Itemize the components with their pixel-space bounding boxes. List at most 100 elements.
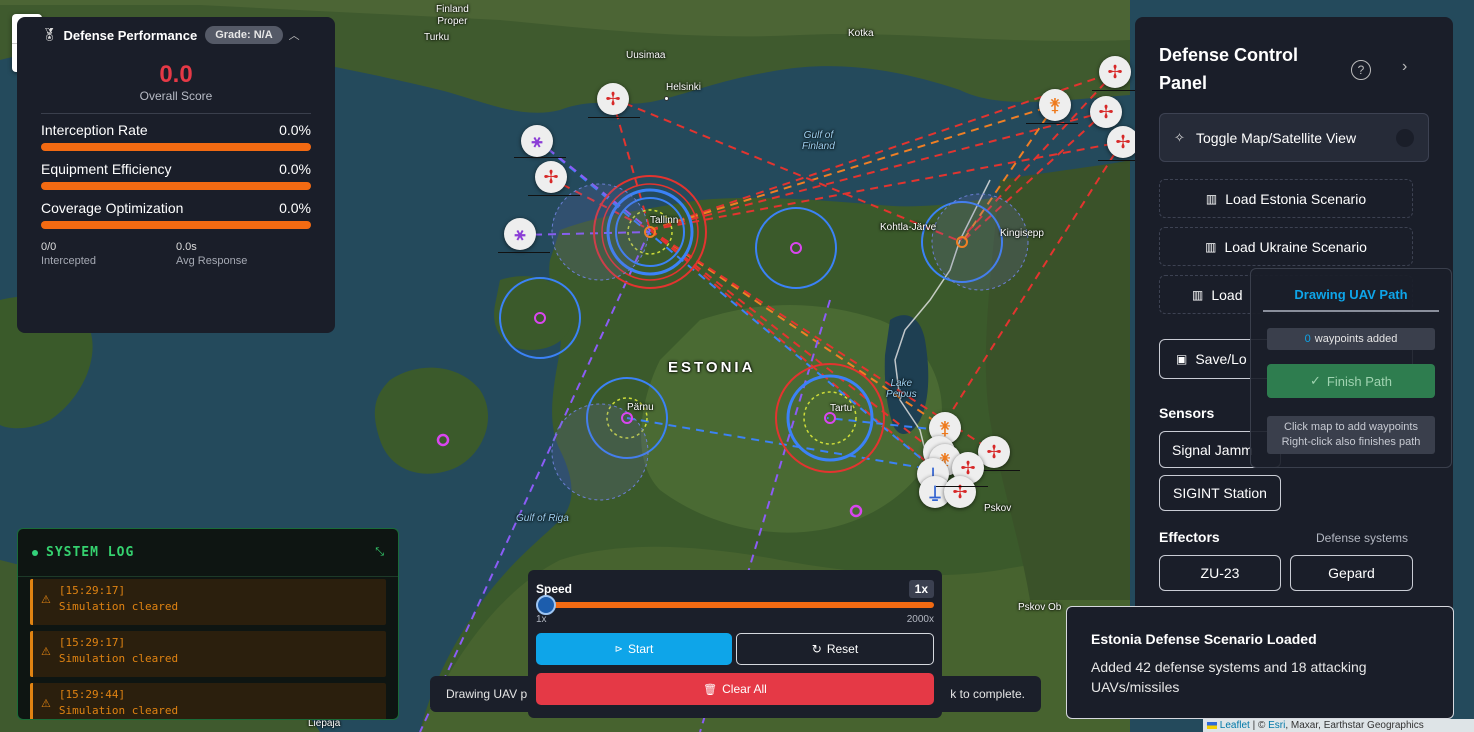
label-lake-peipus: Lake Peipus [886, 378, 917, 400]
chevron-right-icon[interactable]: › [1402, 58, 1407, 76]
map-icon: ▥ [1192, 287, 1204, 302]
gepard-label: Gepard [1328, 565, 1375, 581]
stat-label: Intercepted [41, 255, 97, 267]
waypoints-label: waypoints added [1314, 333, 1398, 345]
log-entry: ⚠ [15:29:17] Simulation cleared [30, 579, 386, 625]
effectors-subtitle: Defense systems [1316, 531, 1409, 545]
performance-title: Defense Performance [63, 27, 198, 43]
label-tartu: Tartu [830, 403, 853, 414]
start-button[interactable]: ⊳ Start [536, 633, 732, 665]
finish-path-button[interactable]: ✓ Finish Path [1267, 364, 1435, 398]
speed-min-label: 1x [536, 614, 547, 625]
start-button-label: Start [628, 642, 654, 656]
log-entry: ⚠ [15:29:44] Simulation cleared [30, 683, 386, 719]
label-turku: Turku [424, 32, 450, 43]
reset-button[interactable]: ↻ Reset [736, 633, 934, 665]
speed-label: Speed [536, 582, 573, 596]
check-circle-icon: ✓ [1310, 373, 1321, 388]
award-icon: 🏅︎ [41, 27, 58, 42]
reset-button-label: Reset [826, 642, 859, 656]
sensor-marker-radar[interactable]: ⚹ [521, 125, 553, 157]
play-icon: ⊳ [614, 643, 624, 655]
scenario-loaded-toast[interactable]: Estonia Defense Scenario Loaded Added 42… [1066, 606, 1454, 719]
performance-header[interactable]: 🏅︎ Defense Performance Grade: N/A ︿ [41, 17, 311, 53]
gepard-button[interactable]: Gepard [1290, 555, 1413, 591]
clear-all-button-label: Clear All [722, 682, 767, 696]
waypoints-count: 0 [1304, 333, 1311, 345]
log-message: Simulation cleared [58, 652, 179, 665]
metric-interception-rate: Interception Rate 0.0% [41, 122, 311, 151]
stat-value: 0/0 [41, 241, 57, 253]
warning-icon: ⚠ [41, 594, 51, 606]
load-estonia-label: Load Estonia Scenario [1225, 190, 1367, 207]
threat-marker-missile[interactable]: ✢ [1099, 56, 1131, 88]
label-parnu: Pärnu [627, 402, 654, 413]
speed-slider[interactable] [536, 595, 934, 615]
hint-text-right: k to complete. [950, 687, 1025, 701]
metric-bar [41, 143, 311, 151]
metric-coverage-optimization: Coverage Optimization 0.0% [41, 200, 311, 229]
stat-value: 0.0s [176, 241, 197, 253]
stat-avg-response: 0.0s Avg Response [176, 241, 311, 267]
threat-marker-missile[interactable]: ✢ [944, 476, 976, 508]
esri-link[interactable]: Esri [1268, 720, 1285, 731]
toggle-view-label: Toggle Map/Satellite View [1196, 129, 1357, 146]
chevron-up-icon[interactable]: ︿ [289, 27, 300, 43]
toggle-map-satellite-button[interactable]: ✧ Toggle Map/Satellite View [1159, 113, 1429, 162]
attribution-rest: , Maxar, Earthstar Geographics [1285, 720, 1424, 731]
speed-slider-handle[interactable] [536, 595, 556, 615]
sensor-marker-radar[interactable]: ⚹ [504, 218, 536, 250]
load-ukraine-button[interactable]: ▥ Load Ukraine Scenario [1159, 227, 1413, 266]
divider [1263, 310, 1439, 312]
minimize-icon[interactable]: ⤡ [375, 546, 384, 559]
drawing-title: Drawing UAV Path [1294, 287, 1408, 302]
zu23-button[interactable]: ZU-23 [1159, 555, 1281, 591]
reset-icon: ↻ [811, 642, 822, 656]
metric-label: Equipment Efficiency [41, 161, 172, 177]
toggle-switch[interactable] [1396, 128, 1414, 147]
marker-underline [588, 117, 640, 118]
panel-title: Defense Control Panel [1159, 45, 1299, 93]
metric-value: 0.0% [279, 161, 311, 177]
satellite-icon: ✧ [1174, 129, 1185, 145]
threat-marker-missile[interactable]: ✢ [1090, 96, 1122, 128]
metric-value: 0.0% [279, 122, 311, 138]
metric-equipment-efficiency: Equipment Efficiency 0.0% [41, 161, 311, 190]
log-entry: ⚠ [15:29:17] Simulation cleared [30, 631, 386, 677]
label-tallinn: Tallinn [650, 215, 679, 226]
log-message: Simulation cleared [58, 704, 179, 717]
label-pskov: Pskov [984, 503, 1012, 514]
map-icon: ▥ [1205, 191, 1218, 206]
threat-marker-uav[interactable]: ⚵ [1039, 89, 1071, 121]
threat-marker-missile[interactable]: ✢ [597, 83, 629, 115]
log-entries[interactable]: ⚠ [15:29:17] Simulation cleared ⚠ [15:29… [18, 577, 398, 719]
marker-underline [528, 195, 580, 196]
leaflet-link[interactable]: Leaflet [1220, 720, 1250, 731]
system-log-panel: SYSTEM LOG ⤡ ⚠ [15:29:17] Simulation cle… [17, 528, 399, 720]
load-estonia-button[interactable]: ▥ Load Estonia Scenario [1159, 179, 1413, 218]
threat-marker-missile[interactable]: ✢ [535, 161, 567, 193]
label-uusimaa: Uusimaa [626, 50, 666, 61]
system-log-header: SYSTEM LOG ⤡ [18, 529, 398, 577]
log-time: [15:29:17] [58, 584, 126, 597]
help-icon[interactable]: ? [1351, 60, 1371, 80]
toast-title: Estonia Defense Scenario Loaded [1091, 631, 1317, 647]
sigint-station-button[interactable]: SIGINT Station [1159, 475, 1281, 511]
ukraine-flag-icon [1207, 721, 1217, 729]
waypoints-counter: 0 waypoints added [1267, 328, 1435, 350]
label-finland-proper: Finland Proper [436, 4, 469, 27]
label-helsinki: Helsinki [666, 82, 702, 93]
metric-bar [41, 182, 311, 190]
hint-text-left: Drawing UAV p [446, 687, 528, 701]
performance-stats: 0/0 Intercepted 0.0s Avg Response [41, 241, 311, 267]
toast-body: Added 42 defense systems and 18 attackin… [1091, 659, 1367, 695]
log-message: Simulation cleared [58, 600, 179, 613]
clear-all-button[interactable]: 🗑︎ Clear All [536, 673, 934, 705]
zu23-label: ZU-23 [1200, 565, 1240, 581]
label-gulf-of-riga: Gulf of Riga [516, 513, 569, 524]
warning-icon: ⚠ [41, 698, 51, 710]
stat-intercepted: 0/0 Intercepted [41, 241, 176, 267]
save-icon: ▣ [1176, 352, 1188, 366]
marker-underline [1026, 123, 1078, 124]
marker-underline [514, 157, 566, 158]
